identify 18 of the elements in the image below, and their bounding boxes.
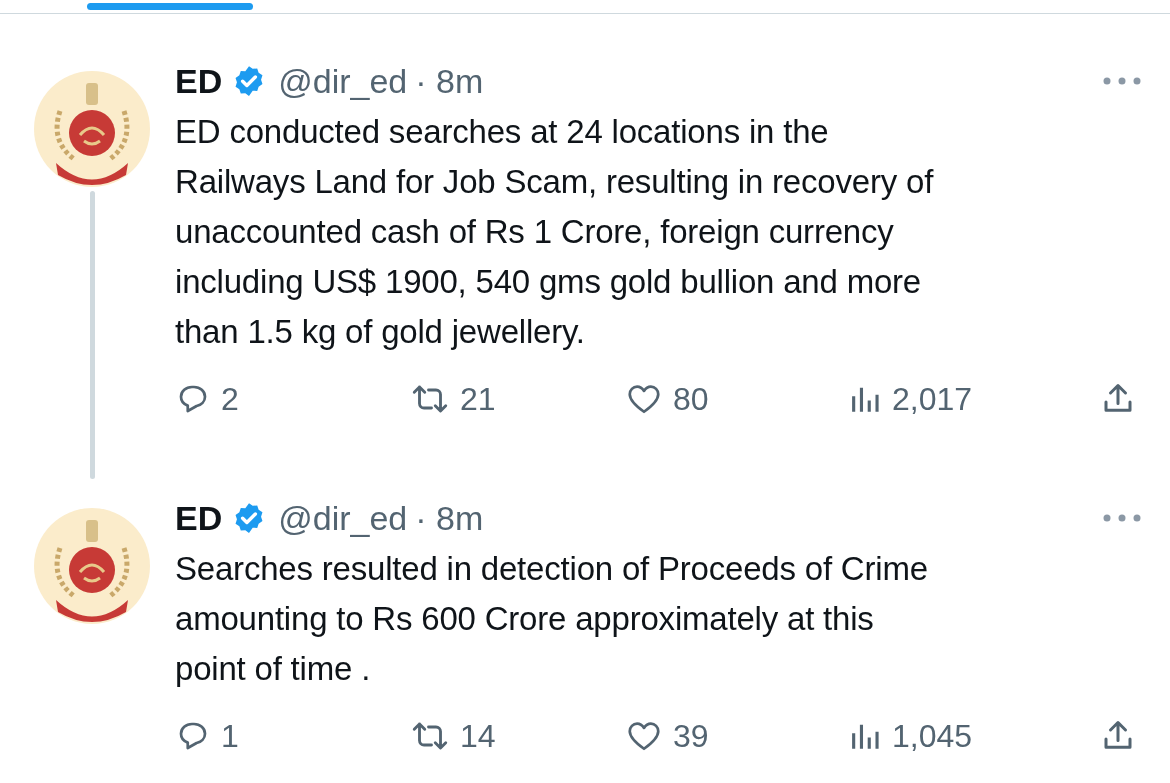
post-time[interactable]: · 8m [415,494,484,542]
post-text: Searches resulted in detection of Proceeds of Crime amounting to Rs 600 Crore approximately at this point of time . [175,549,929,689]
views-button[interactable]: 1,045 [848,712,973,760]
repost-button[interactable]: 21 [410,375,496,423]
reply-button[interactable]: 2 [175,375,239,423]
repost-button[interactable]: 14 [410,712,496,760]
more-icon [1102,77,1142,85]
author-name[interactable]: ED [175,57,223,105]
like-button[interactable]: 80 [625,375,709,423]
post-text: ED conducted searches at 24 locations in the Railways Land for Job Scam, resulting in recovery of unaccounted cash of Rs 1 Crore, foreign currency including US$ 1900, 540 gms gold bullion and more than 1.5 kg of gold jewellery. [175,112,935,352]
user-handle[interactable]: @dir_ed [278,57,408,105]
author-name[interactable]: ED [175,494,223,542]
views-button[interactable]: 2,017 [848,375,973,423]
like-button[interactable]: 39 [625,712,709,760]
post-time[interactable]: · 8m [415,57,484,105]
reply-button[interactable]: 1 [175,712,239,760]
more-icon [1102,514,1142,522]
user-handle[interactable]: @dir_ed [278,494,408,542]
